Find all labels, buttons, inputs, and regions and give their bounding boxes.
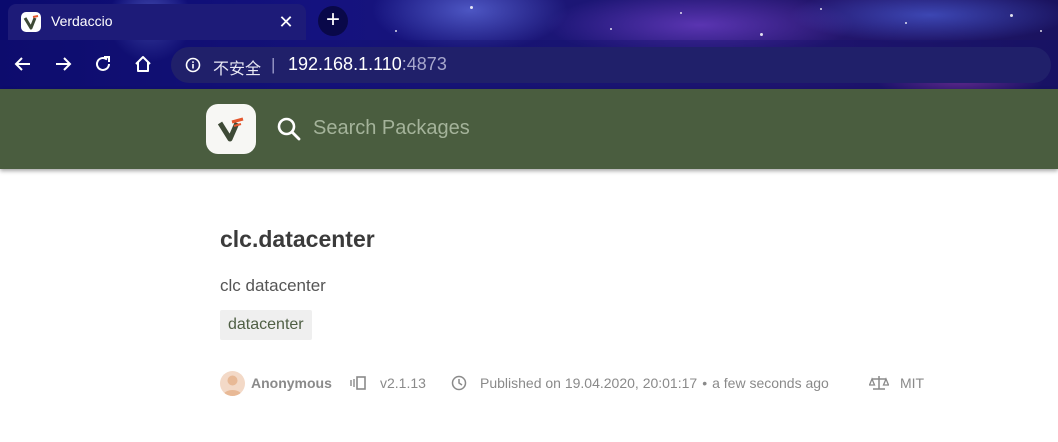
forward-arrow-icon[interactable] bbox=[51, 52, 75, 76]
home-icon[interactable] bbox=[131, 52, 155, 76]
license-info: MIT bbox=[869, 370, 924, 396]
address-separator: | bbox=[271, 55, 276, 74]
published-info: Published on 19.04.2020, 20:01:17 • a fe… bbox=[451, 370, 829, 396]
package-description: clc datacenter bbox=[220, 276, 326, 295]
plus-icon[interactable]: + bbox=[318, 6, 348, 36]
verdaccio-logo-icon bbox=[21, 12, 41, 32]
published-relative: a few seconds ago bbox=[712, 375, 829, 391]
back-arrow-icon[interactable] bbox=[11, 52, 35, 76]
url-text[interactable]: 192.168.1.110:4873 bbox=[288, 54, 447, 75]
url-port: :4873 bbox=[401, 54, 447, 74]
address-bar[interactable]: 不安全 | 192.168.1.110:4873 bbox=[171, 47, 1051, 83]
version-icon bbox=[350, 376, 366, 390]
security-label[interactable]: 不安全 bbox=[213, 55, 261, 79]
scale-icon bbox=[869, 376, 889, 390]
author-name: Anonymous bbox=[251, 375, 332, 391]
package-name[interactable]: clc.datacenter bbox=[220, 226, 375, 253]
license-label: MIT bbox=[900, 375, 925, 391]
published-separator: • bbox=[702, 375, 708, 391]
clock-icon bbox=[451, 375, 467, 391]
app-header bbox=[0, 89, 1058, 169]
search-input[interactable] bbox=[313, 113, 713, 143]
info-icon[interactable] bbox=[185, 57, 201, 73]
avatar-icon bbox=[220, 370, 245, 396]
browser-tab[interactable]: Verdaccio ✕ bbox=[8, 4, 306, 40]
version-info: v2.1.13 bbox=[350, 370, 426, 396]
close-icon[interactable]: ✕ bbox=[276, 12, 296, 32]
tab-title: Verdaccio bbox=[51, 13, 113, 29]
browser-toolbar: 不安全 | 192.168.1.110:4873 bbox=[0, 40, 1058, 89]
verdaccio-logo-icon[interactable] bbox=[206, 104, 256, 154]
keyword-tag[interactable]: datacenter bbox=[220, 310, 312, 340]
published-date: Published on 19.04.2020, 20:01:17 bbox=[480, 375, 698, 391]
search-icon bbox=[277, 117, 301, 141]
version-label: v2.1.13 bbox=[380, 375, 426, 391]
url-host: 192.168.1.110 bbox=[288, 54, 402, 74]
browser-chrome: Verdaccio ✕ + 不安全 | 192.168.1.110:4873 bbox=[0, 0, 1058, 89]
author-info: Anonymous bbox=[220, 370, 332, 396]
reload-icon[interactable] bbox=[91, 52, 115, 76]
